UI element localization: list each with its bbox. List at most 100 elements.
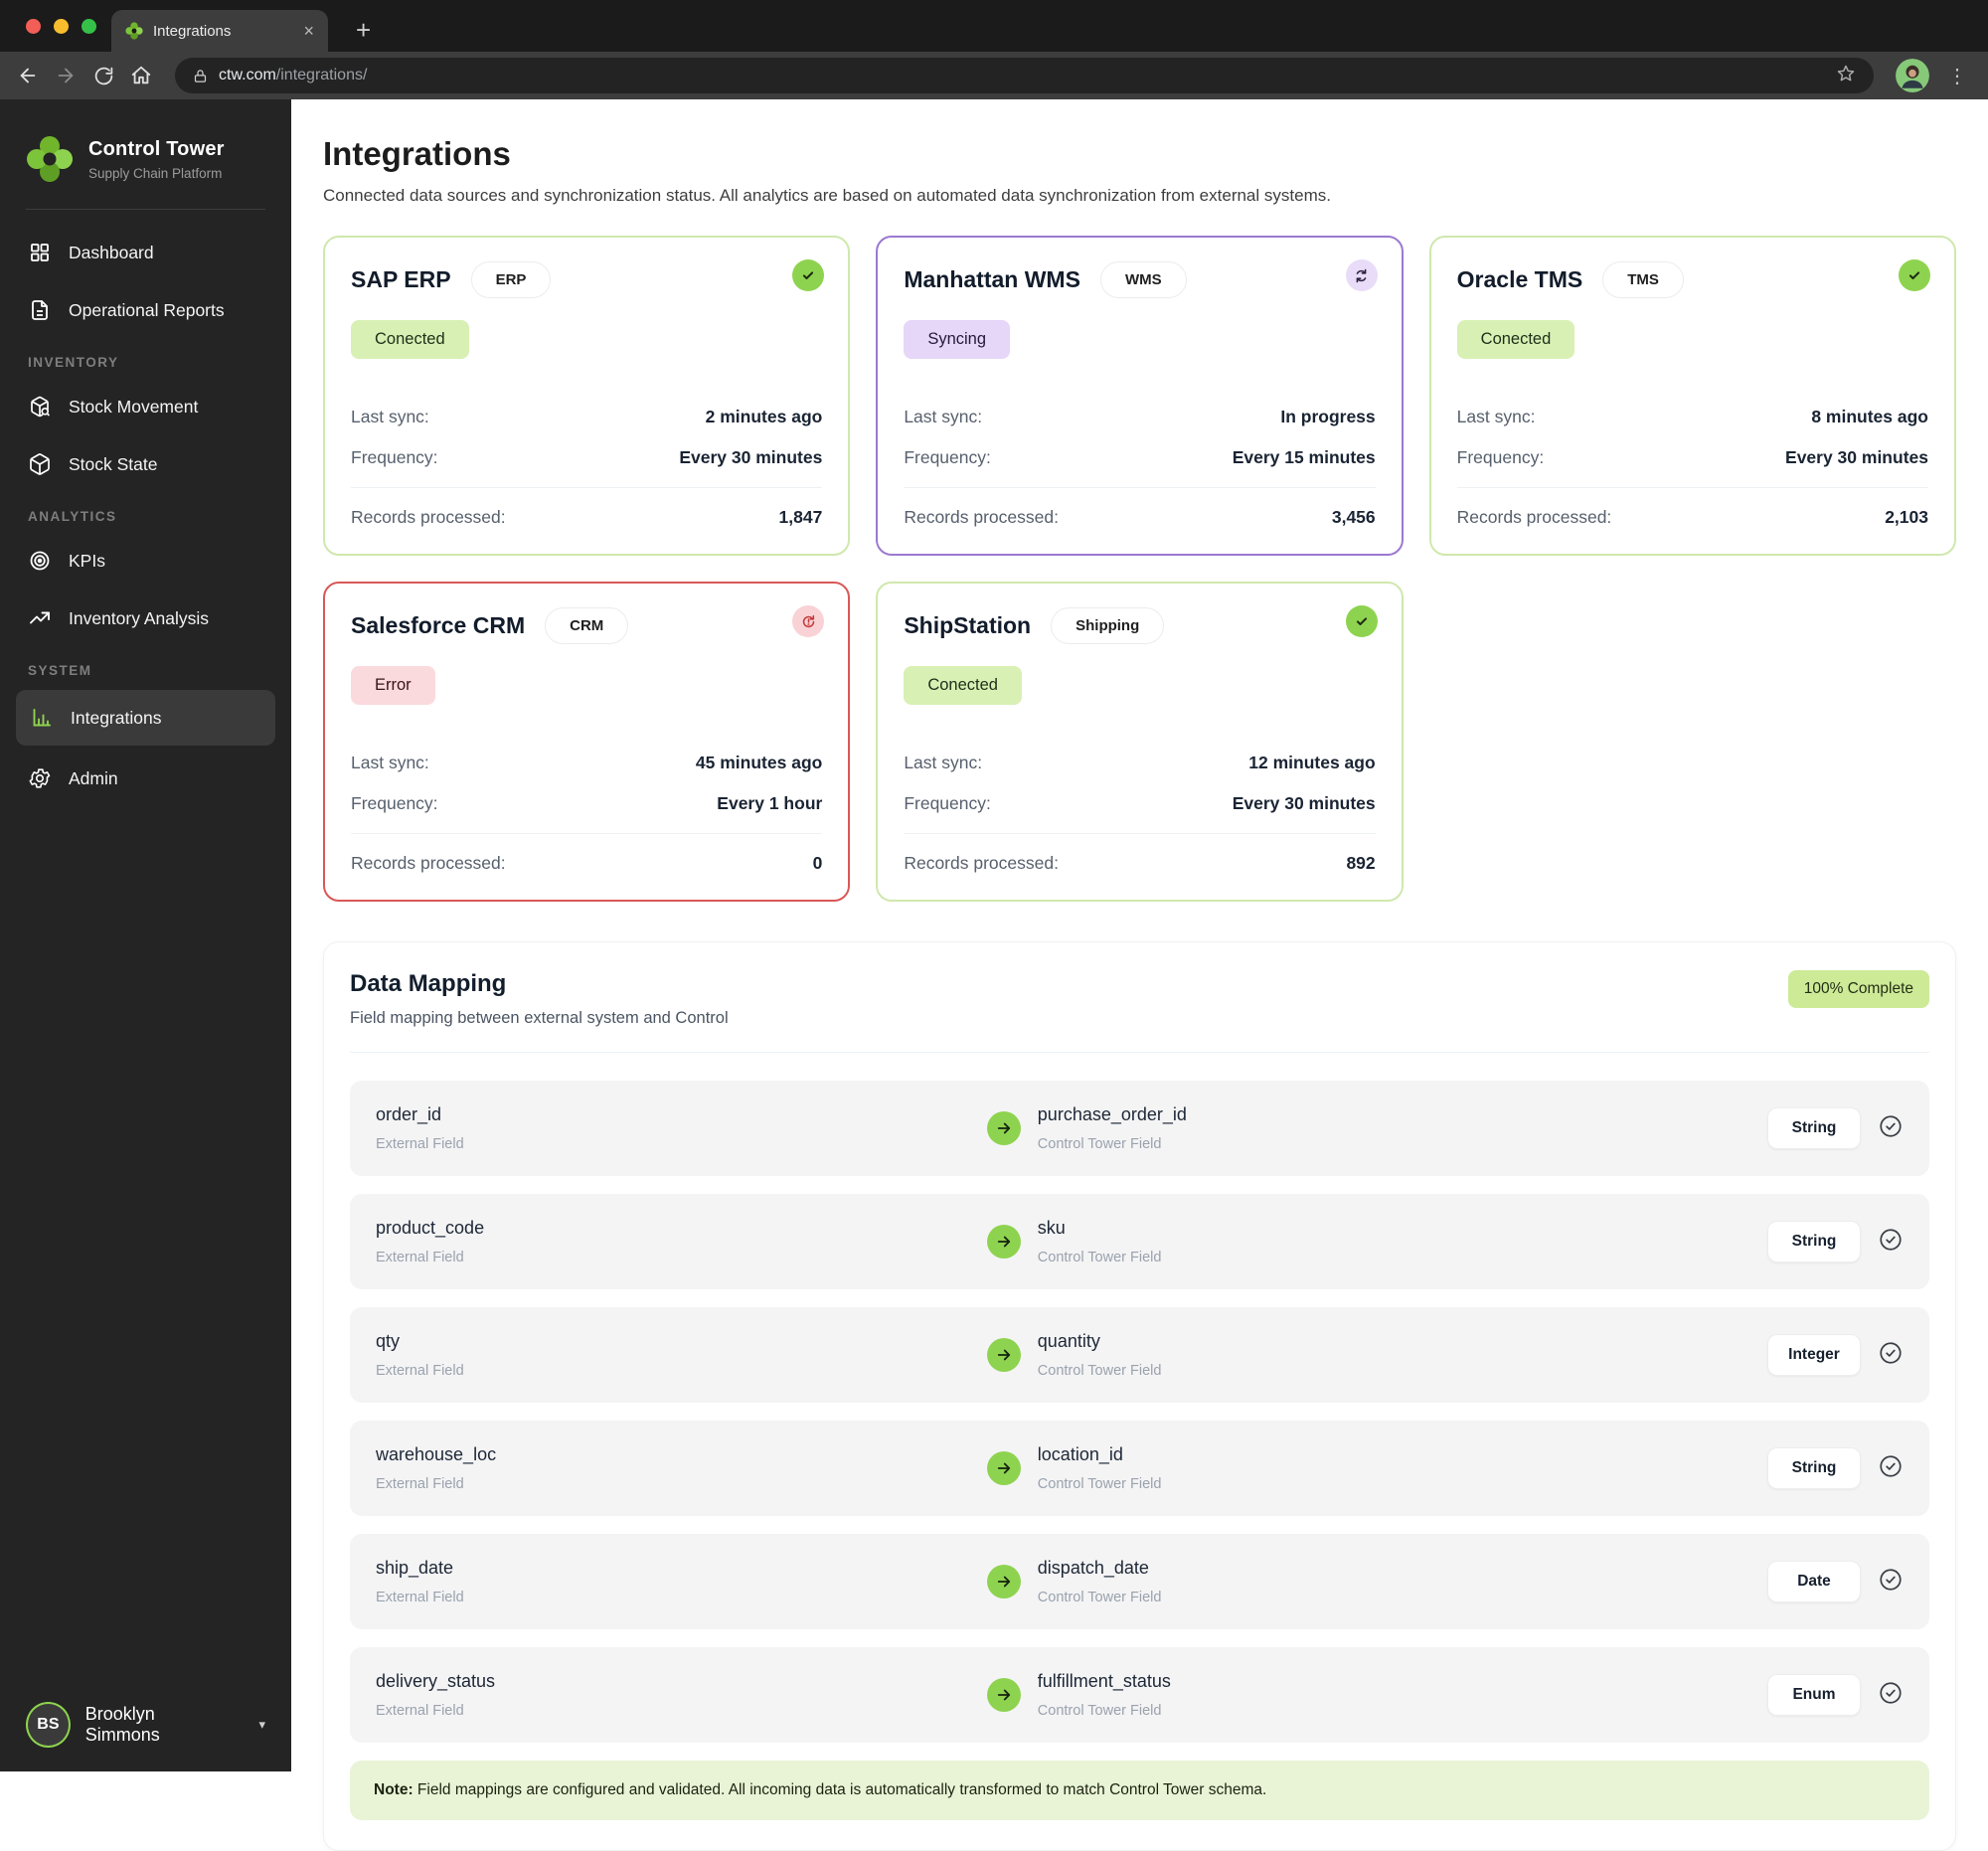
mapping-row: delivery_status External Field fulfillmen… <box>350 1647 1929 1743</box>
last-sync-label: Last sync: <box>904 407 983 426</box>
sidebar-item-label: Integrations <box>71 707 162 728</box>
frequency-value: Every 30 minutes <box>1785 447 1928 467</box>
integration-card-oracle-tms: Oracle TMS TMS Conected Last sync: 8 minu… <box>1428 236 1956 556</box>
arrow-right-icon <box>986 1338 1021 1372</box>
control-field-label: Control Tower Field <box>1037 1590 1162 1605</box>
records-value: 3,456 <box>1331 507 1376 527</box>
external-field-label: External Field <box>376 1136 464 1152</box>
frequency-label: Frequency: <box>351 447 438 467</box>
forward-button[interactable] <box>54 64 78 87</box>
sidebar-section-inventory: INVENTORY <box>28 355 119 370</box>
sidebar-item-operational-reports[interactable]: Operational Reports <box>0 281 291 339</box>
arrow-right-icon <box>986 1565 1021 1599</box>
mapping-row: order_id External Field purchase_order_id… <box>350 1081 1929 1176</box>
sidebar-item-integrations[interactable]: Integrations <box>16 690 275 746</box>
document-icon <box>32 300 48 320</box>
new-tab-button[interactable]: + <box>356 17 371 43</box>
records-label: Records processed: <box>904 853 1059 873</box>
mapping-row: qty External Field quantity Control Tower … <box>350 1307 1929 1403</box>
control-field-label: Control Tower Field <box>1037 1476 1162 1492</box>
mapping-row: product_code External Field sku Control To… <box>350 1194 1929 1289</box>
browser-chrome: Integrations × + ctw.com/integrations/ ⋮ <box>0 0 1988 99</box>
control-field-name: location_id <box>1037 1444 1123 1464</box>
browser-profile-avatar[interactable] <box>1896 59 1929 92</box>
records-label: Records processed: <box>351 507 506 527</box>
brand-tagline: Supply Chain Platform <box>88 165 223 181</box>
arrow-right-icon <box>986 1678 1021 1712</box>
external-field-label: External Field <box>376 1363 464 1379</box>
sidebar-item-inventory-analysis[interactable]: Inventory Analysis <box>0 589 291 647</box>
field-type-pill: String <box>1767 1221 1861 1262</box>
address-bar[interactable]: ctw.com/integrations/ <box>175 58 1874 93</box>
field-type-pill: String <box>1767 1107 1861 1149</box>
window-zoom-button[interactable] <box>82 19 96 34</box>
control-field-label: Control Tower Field <box>1037 1703 1162 1719</box>
external-field-name: ship_date <box>376 1558 454 1578</box>
integration-name: Salesforce CRM <box>351 612 526 638</box>
sidebar-item-stock-state[interactable]: Stock State <box>0 435 291 493</box>
sidebar-item-dashboard[interactable]: Dashboard <box>0 224 291 281</box>
last-sync-label: Last sync: <box>351 753 429 772</box>
brand-text: Control Tower Supply Chain Platform <box>88 138 225 181</box>
sidebar-item-stock-movement[interactable]: Stock Movement <box>0 378 291 435</box>
mapping-note: Note: Field mappings are configured and … <box>350 1761 1929 1820</box>
trend-up-icon <box>30 611 50 624</box>
field-type-pill: Date <box>1767 1561 1861 1602</box>
external-field-name: product_code <box>376 1218 485 1238</box>
data-mapping-title: Data Mapping <box>350 970 507 997</box>
home-button[interactable] <box>129 64 153 87</box>
reload-button[interactable] <box>91 64 115 87</box>
frequency-value: Every 30 minutes <box>679 447 823 467</box>
panel-divider <box>350 1052 1929 1053</box>
brand-name: Control Tower <box>88 137 225 160</box>
bookmark-star-icon[interactable] <box>1836 64 1856 88</box>
last-sync-value: 45 minutes ago <box>695 753 823 772</box>
card-divider <box>351 833 823 834</box>
frequency-label: Frequency: <box>904 447 991 467</box>
page-title: Integrations <box>323 135 511 172</box>
sidebar-item-admin[interactable]: Admin <box>0 750 291 807</box>
note-label: Note: <box>374 1781 414 1798</box>
browser-tab[interactable]: Integrations × <box>111 10 328 52</box>
tab-close-icon[interactable]: × <box>303 22 314 40</box>
records-label: Records processed: <box>904 507 1059 527</box>
url-path: /integrations/ <box>275 67 368 84</box>
window-minimize-button[interactable] <box>54 19 69 34</box>
data-mapping-subtitle: Field mapping between external system an… <box>350 1009 729 1027</box>
records-value: 892 <box>1346 853 1376 873</box>
control-field-label: Control Tower Field <box>1037 1136 1162 1152</box>
validated-check-circle-icon <box>1878 1227 1904 1258</box>
tab-title: Integrations <box>153 22 232 40</box>
control-field-name: quantity <box>1037 1331 1100 1351</box>
status-badge: Conected <box>1456 320 1575 359</box>
control-field-name: purchase_order_id <box>1037 1104 1187 1124</box>
dashboard-grid-icon <box>31 244 49 261</box>
gear-icon <box>29 768 51 788</box>
frequency-label: Frequency: <box>1456 447 1545 467</box>
box-search-icon <box>31 396 51 418</box>
box-icon <box>30 453 50 475</box>
user-caret-down-icon[interactable]: ▾ <box>258 1717 265 1733</box>
records-value: 0 <box>812 853 823 873</box>
target-icon <box>30 551 50 571</box>
integration-card-manhattan-wms: Manhattan WMS WMS Syncing Last sync: In p… <box>876 236 1404 556</box>
last-sync-value: In progress <box>1280 407 1376 426</box>
validated-check-circle-icon <box>1878 1453 1904 1484</box>
integration-name: SAP ERP <box>351 266 451 292</box>
field-type-pill: String <box>1767 1447 1861 1489</box>
back-button[interactable] <box>16 64 40 87</box>
user-avatar: BS <box>26 1702 71 1748</box>
sidebar-user[interactable]: BS Brooklyn Simmons ▾ <box>0 1678 291 1771</box>
external-field-name: delivery_status <box>376 1671 496 1691</box>
sidebar-item-kpis[interactable]: KPIs <box>0 532 291 589</box>
mapping-row: warehouse_loc External Field location_id C… <box>350 1421 1929 1516</box>
browser-menu-icon[interactable]: ⋮ <box>1943 64 1972 88</box>
window-close-button[interactable] <box>26 19 41 34</box>
records-value: 2,103 <box>1885 507 1928 527</box>
sidebar-item-label: Stock State <box>69 453 158 474</box>
integration-cards-row1: SAP ERP ERP Conected Last sync: 2 minutes… <box>323 236 1956 556</box>
mapping-row: ship_date External Field dispatch_date Con… <box>350 1534 1929 1629</box>
sidebar-item-label: Admin <box>69 767 118 788</box>
arrow-right-icon <box>986 1451 1021 1485</box>
external-field-name: warehouse_loc <box>376 1444 497 1464</box>
